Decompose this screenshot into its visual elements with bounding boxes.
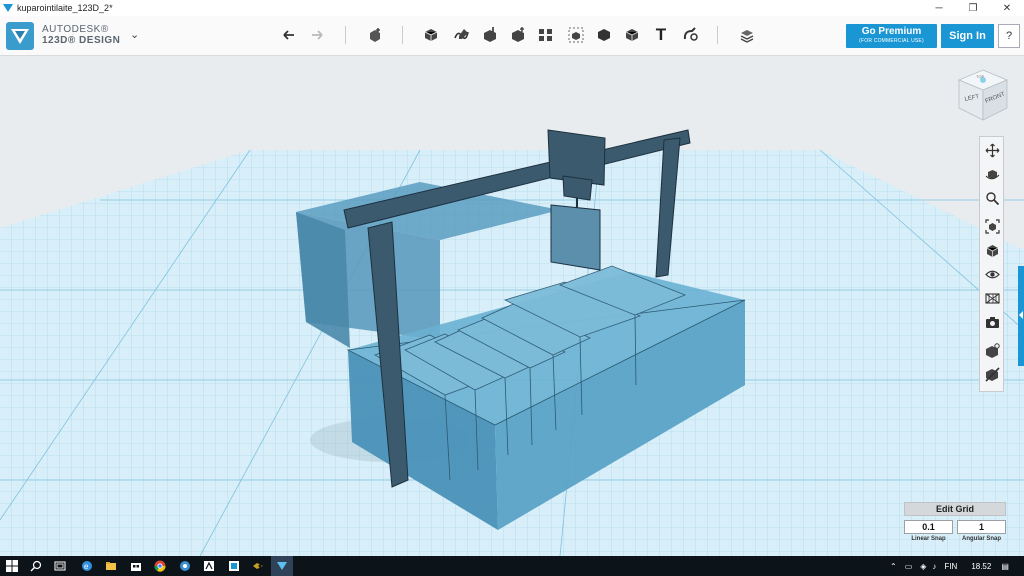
svg-text:e: e xyxy=(84,562,89,571)
ortho-icon[interactable] xyxy=(983,341,1001,359)
undo-icon[interactable] xyxy=(278,24,300,46)
material-icon[interactable] xyxy=(736,24,758,46)
volume-icon[interactable]: ♪ xyxy=(932,562,936,571)
chrome-icon[interactable] xyxy=(153,559,167,573)
windows-start-icon[interactable] xyxy=(5,559,19,573)
toolbar-divider xyxy=(402,26,403,44)
window-title-bar: kuparointilaite_123D_2* ─ ❐ ✕ xyxy=(0,0,1024,16)
hide-icon[interactable] xyxy=(983,365,1001,383)
angular-snap-label: Angular Snap xyxy=(961,536,1001,542)
photos-icon[interactable] xyxy=(178,559,192,573)
text-icon[interactable]: T xyxy=(650,24,672,46)
snap-icon[interactable] xyxy=(679,24,701,46)
grouping-icon[interactable] xyxy=(565,24,587,46)
text-tool-glyph: T xyxy=(655,25,667,44)
toolbar-divider xyxy=(345,26,346,44)
zoom-icon[interactable] xyxy=(983,189,1001,207)
main-toolbar: AUTODESK® 123D® DESIGN ⌄ T Go Premium (F… xyxy=(0,16,1024,56)
transform-icon[interactable] xyxy=(364,24,386,46)
sign-in-button[interactable]: Sign In xyxy=(941,24,994,48)
123d-app-icon[interactable] xyxy=(227,559,241,573)
media-icon[interactable] xyxy=(251,559,265,573)
measure-icon[interactable] xyxy=(621,24,643,46)
angular-snap-input[interactable]: 1 xyxy=(957,520,1006,534)
linear-snap-input[interactable]: 0.1 xyxy=(904,520,953,534)
network-icon[interactable]: ◈ xyxy=(920,562,926,571)
go-premium-sublabel: (FOR COMMERCIAL USE) xyxy=(859,38,924,44)
system-tray: ⌃ ▭ ◈ ♪ FIN 18.52 ▤ xyxy=(890,556,1009,576)
close-button[interactable]: ✕ xyxy=(990,0,1024,16)
123d-logo-icon[interactable] xyxy=(6,22,34,50)
help-button[interactable]: ? xyxy=(998,24,1020,48)
orbit-icon[interactable] xyxy=(983,165,1001,183)
windows-taskbar: e ⌃ ▭ ◈ ♪ FIN 18.52 ▤ xyxy=(0,556,1024,576)
linear-snap: 0.1 Linear Snap xyxy=(904,520,953,542)
view-cube[interactable]: LEFT FRONT TOP xyxy=(955,68,1011,122)
notifications-icon[interactable]: ▤ xyxy=(1001,562,1009,571)
modify-icon[interactable] xyxy=(507,24,529,46)
3d-viewport[interactable]: LEFT FRONT TOP Edit Grid 0.1 Linear Snap… xyxy=(0,56,1024,556)
app-logo-icon xyxy=(3,4,13,12)
brand-name: AUTODESK® 123D® DESIGN xyxy=(42,24,120,46)
sketch-icon[interactable] xyxy=(450,24,472,46)
brand-line1: AUTODESK® xyxy=(42,24,109,35)
visibility-icon[interactable] xyxy=(983,265,1001,283)
materials-icon[interactable] xyxy=(983,289,1001,307)
language-indicator[interactable]: FIN xyxy=(944,562,957,571)
construct-icon[interactable] xyxy=(479,24,501,46)
viewcube-top-label[interactable]: TOP xyxy=(976,74,984,79)
window-title: kuparointilaite_123D_2* xyxy=(17,3,113,13)
toolbar-divider xyxy=(717,26,718,44)
3d-scene[interactable] xyxy=(0,56,1024,556)
task-view-icon[interactable] xyxy=(53,559,67,573)
edge-icon[interactable]: e xyxy=(80,559,94,573)
clock[interactable]: 18.52 xyxy=(971,562,991,571)
primitives-icon[interactable] xyxy=(420,24,442,46)
pan-icon[interactable] xyxy=(983,141,1001,159)
app-icon[interactable] xyxy=(202,559,216,573)
linear-snap-label: Linear Snap xyxy=(911,536,946,542)
navigation-panel xyxy=(979,136,1004,392)
screenshot-icon[interactable] xyxy=(983,313,1001,331)
tray-chevron-icon[interactable]: ⌃ xyxy=(890,562,897,571)
brand-line2: 123D® DESIGN xyxy=(42,35,121,46)
search-icon[interactable] xyxy=(29,559,43,573)
grid-settings-panel: Edit Grid 0.1 Linear Snap 1 Angular Snap xyxy=(904,502,1008,550)
maximize-button[interactable]: ❐ xyxy=(956,0,990,16)
view-mode-icon[interactable] xyxy=(983,241,1001,259)
store-icon[interactable] xyxy=(129,559,143,573)
go-premium-button[interactable]: Go Premium (FOR COMMERCIAL USE) xyxy=(846,24,937,48)
redo-icon[interactable] xyxy=(306,24,328,46)
file-explorer-icon[interactable] xyxy=(104,559,118,573)
pattern-icon[interactable] xyxy=(535,24,557,46)
battery-icon[interactable]: ▭ xyxy=(905,562,913,571)
go-premium-label: Go Premium xyxy=(861,26,922,37)
fit-icon[interactable] xyxy=(983,217,1001,235)
angular-snap: 1 Angular Snap xyxy=(957,520,1006,542)
123d-design-icon[interactable] xyxy=(275,559,289,573)
edit-grid-button[interactable]: Edit Grid xyxy=(904,502,1006,516)
side-panel-toggle[interactable] xyxy=(1018,266,1024,366)
minimize-button[interactable]: ─ xyxy=(922,0,956,16)
app-menu-chevron-icon[interactable]: ⌄ xyxy=(130,28,139,41)
hanging-plate[interactable] xyxy=(550,198,601,271)
combine-icon[interactable] xyxy=(593,24,615,46)
